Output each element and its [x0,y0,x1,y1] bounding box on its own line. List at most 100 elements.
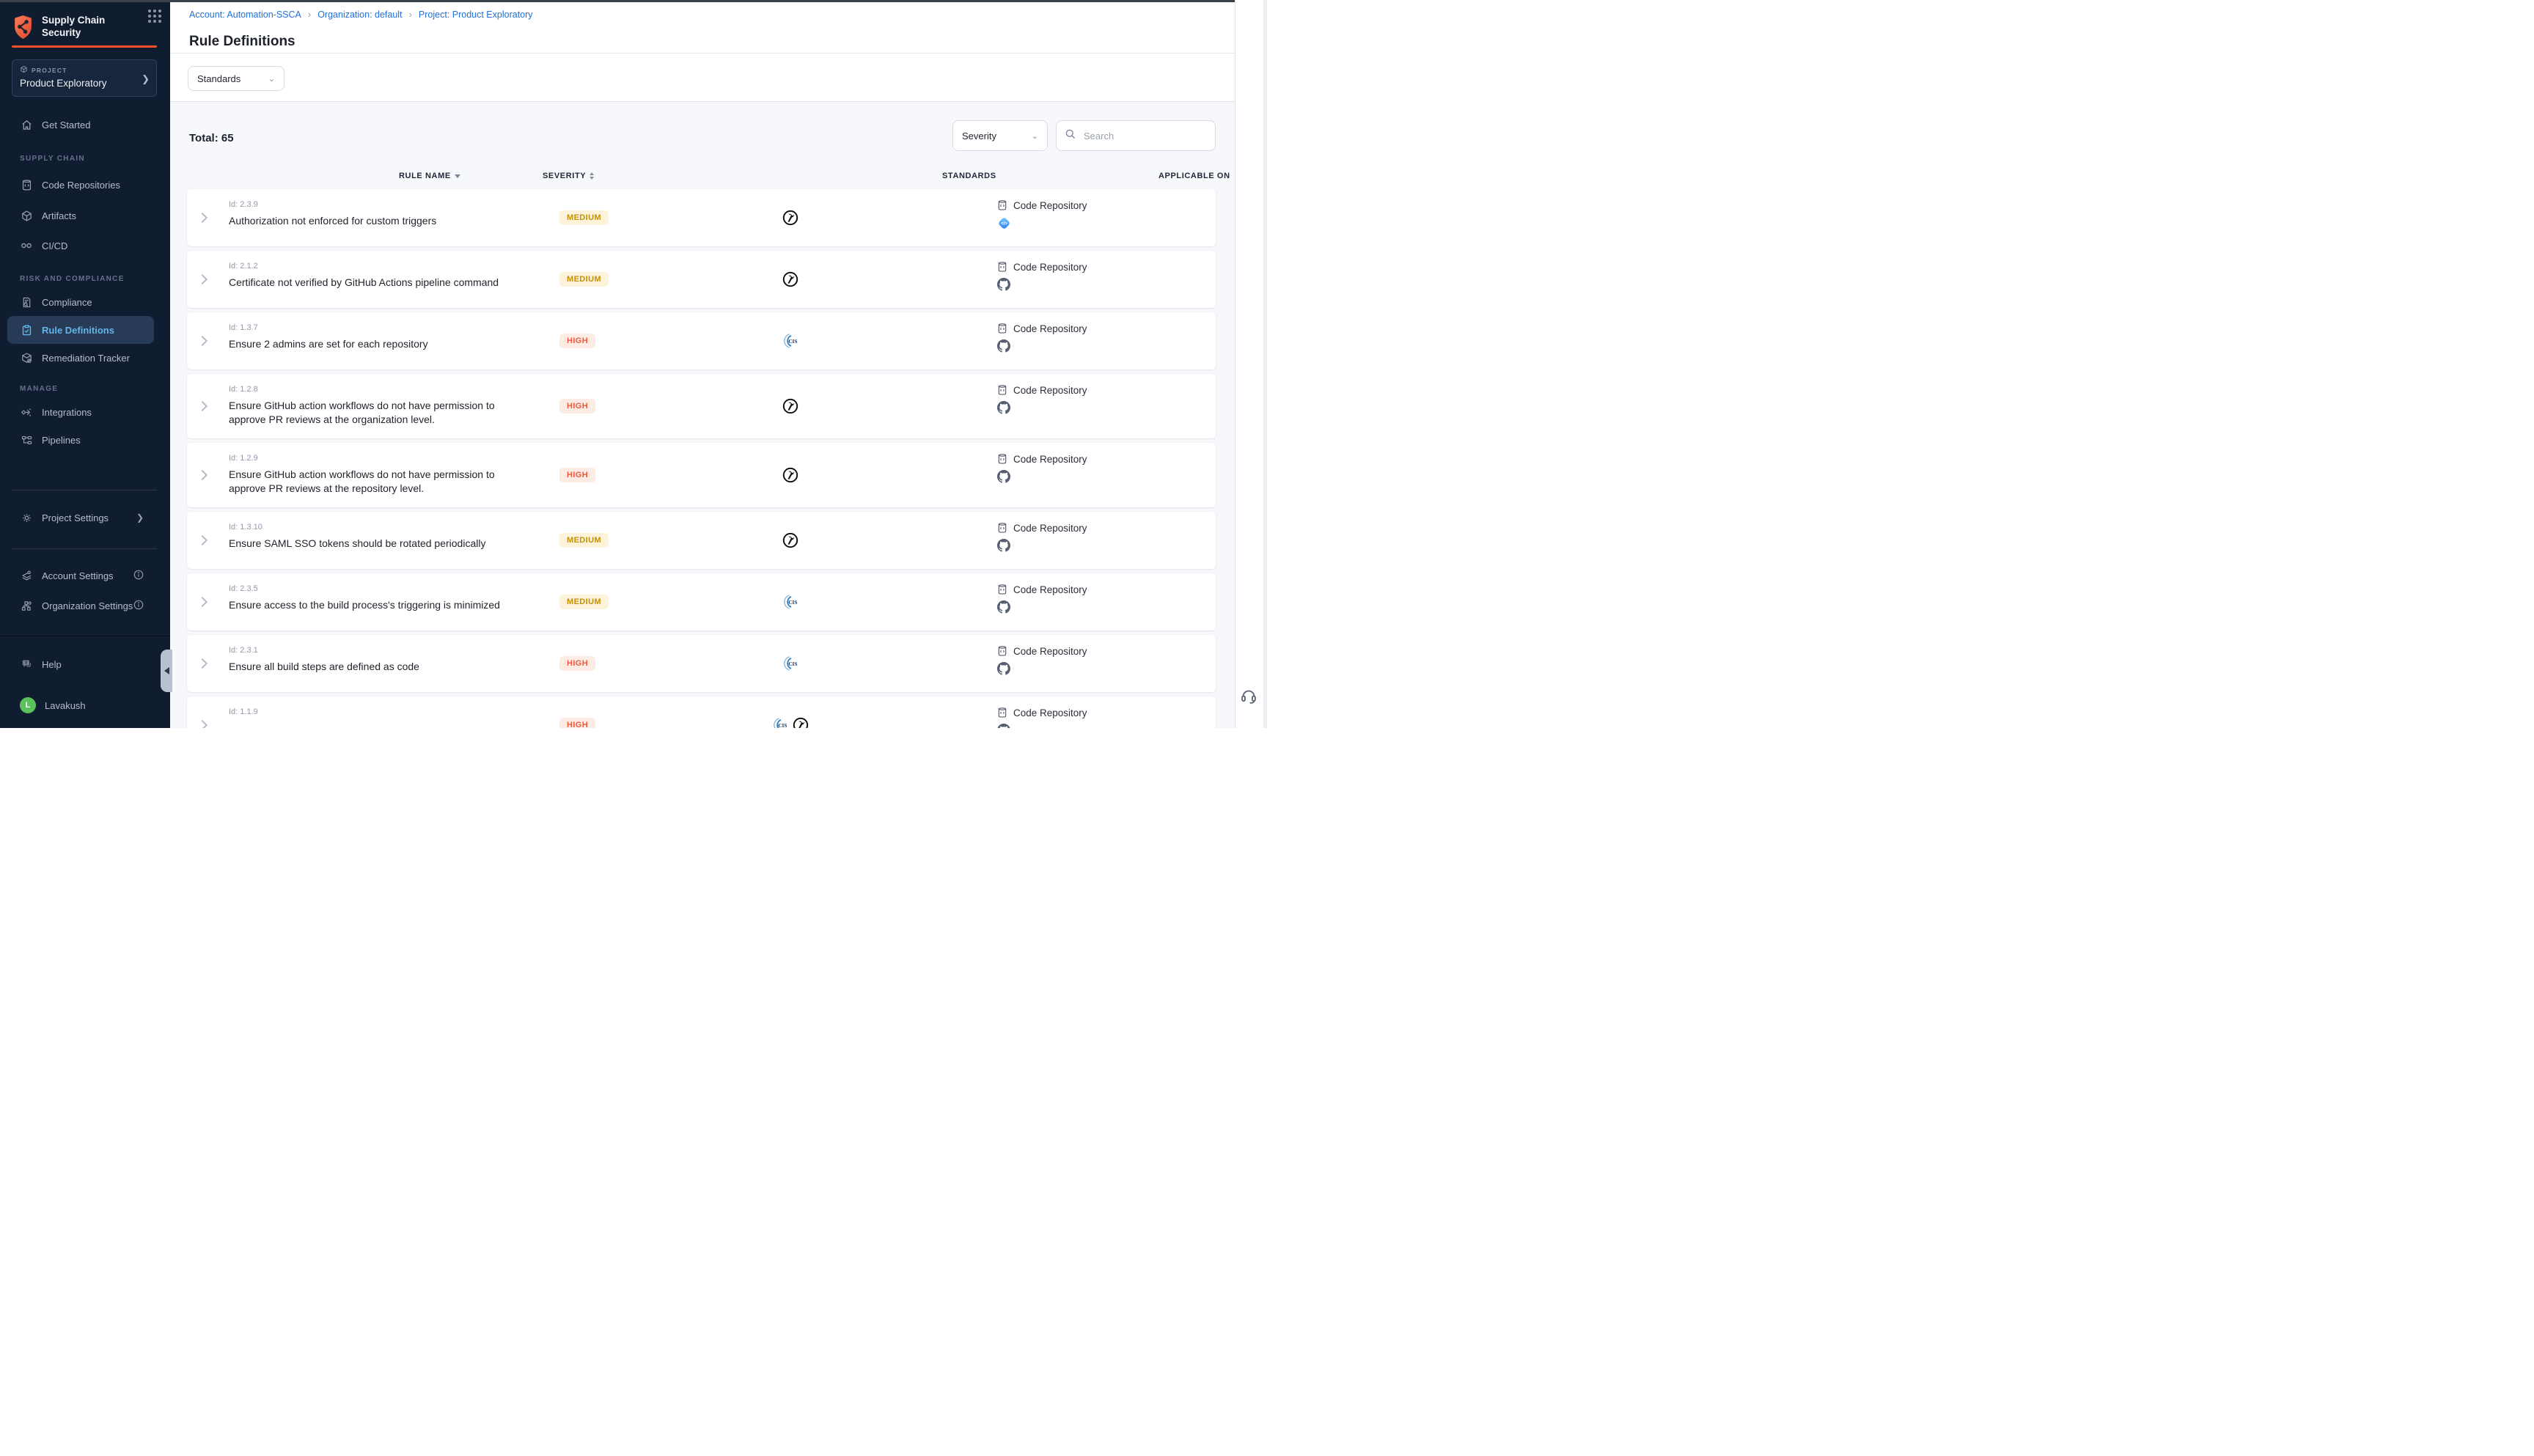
sidebar-item-integrations[interactable]: Integrations [7,400,154,424]
code-repository-icon [996,384,1008,396]
severity-badge: MEDIUM [559,210,609,225]
rule-row[interactable]: Id: 1.2.8Ensure GitHub action workflows … [187,374,1216,438]
code-repository-icon [996,453,1008,465]
row-expand-chevron-icon[interactable] [197,658,208,669]
sidebar-item-project-settings[interactable]: Project Settings ❯ [7,505,154,530]
help-chat-icon: ? [20,658,33,671]
rule-row[interactable]: Id: 2.3.5Ensure access to the build proc… [187,573,1216,630]
github-icon [997,278,1010,291]
sidebar-item-rule-definitions[interactable]: Rule Definitions [7,316,154,344]
standards-cell: CIS [772,717,809,729]
sidebar-item-label: Code Repositories [42,180,120,191]
sidebar-item-user[interactable]: L Lavakush [7,693,154,718]
rule-row[interactable]: Id: 1.3.10Ensure SAML SSO tokens should … [187,512,1216,569]
column-header-severity[interactable]: SEVERITY [543,172,594,180]
rule-id: Id: 2.3.5 [229,584,258,593]
github-icon [997,339,1010,353]
row-expand-chevron-icon[interactable] [197,597,208,607]
provider-icon-wrap [997,724,1087,728]
svg-text:CIS: CIS [788,600,797,606]
severity-badge: HIGH [559,656,595,671]
sidebar-item-artifacts[interactable]: Artifacts [7,203,154,228]
rule-row[interactable]: Id: 2.1.2Certificate not verified by Git… [187,251,1216,308]
info-icon[interactable] [133,570,144,582]
applicable-on-cell: Code Repository [996,645,1087,675]
project-name: Product Exploratory [20,78,149,89]
standards-filter-label: Standards [197,73,240,84]
applicable-on-label: Code Repository [1013,323,1087,334]
breadcrumb-project[interactable]: Project: Product Exploratory [419,10,533,20]
sidebar-item-remediation-tracker[interactable]: Remediation Tracker [7,345,154,370]
applicable-on-cell: Code Repository [996,522,1087,552]
row-expand-chevron-icon[interactable] [197,213,208,223]
app-logo-row[interactable]: Supply Chain Security [12,14,158,44]
github-icon [997,600,1010,614]
owasp-standard-icon [782,467,799,484]
sidebar-item-code-repositories[interactable]: Code Repositories [7,172,154,197]
module-grid-icon[interactable] [147,8,163,24]
column-header-standards: STANDARDS [942,172,996,180]
sidebar-item-organization-settings[interactable]: Organization Settings [7,593,154,618]
sidebar-item-compliance[interactable]: Compliance [7,290,154,315]
sidebar-item-label: Help [42,659,62,670]
severity-badge: MEDIUM [559,533,609,548]
github-icon [997,662,1010,675]
applicable-on-label: Code Repository [1013,646,1087,657]
sidebar-item-get-started[interactable]: Get Started [7,112,154,137]
rule-row[interactable]: Id: 1.3.7Ensure 2 admins are set for eac… [187,312,1216,369]
row-expand-chevron-icon[interactable] [197,470,208,480]
standards-cell: CIS [782,333,799,350]
column-header-rule-name[interactable]: RULE NAME [399,172,460,180]
breadcrumb-separator: › [308,9,311,20]
applicable-on-label: Code Repository [1013,584,1087,595]
rule-name: Ensure GitHub action workflows do not ha… [229,468,531,495]
rule-id: Id: 2.3.9 [229,200,258,209]
rule-row[interactable]: Id: 2.3.1Ensure all build steps are defi… [187,635,1216,692]
rule-row[interactable]: Id: 2.3.9Authorization not enforced for … [187,189,1216,246]
breadcrumb-organization[interactable]: Organization: default [317,10,402,20]
sort-descending-icon [455,174,460,178]
organization-settings-icon [20,599,33,612]
search-input[interactable] [1082,130,1202,142]
severity-filter-dropdown[interactable]: Severity ⌄ [952,120,1048,151]
section-label-manage: MANAGE [20,385,58,393]
section-label-supply-chain: SUPPLY CHAIN [20,155,85,163]
sidebar-collapse-handle[interactable] [161,650,172,692]
applicable-on-label: Code Repository [1013,454,1087,465]
chevron-down-icon: ⌄ [268,74,275,84]
applicable-on-cell: Code Repository [996,453,1087,483]
row-expand-chevron-icon[interactable] [197,274,208,284]
sidebar-item-account-settings[interactable]: Account Settings [7,563,154,588]
breadcrumb-account[interactable]: Account: Automation-SSCA [189,10,301,20]
project-chevron-icon: ❯ [142,73,150,85]
integrations-icon [20,405,33,419]
code-repository-icon [996,584,1008,595]
applicable-on-label: Code Repository [1013,200,1087,211]
info-icon[interactable] [133,600,144,612]
support-headset-icon[interactable] [1239,686,1258,709]
window-top-edge [0,0,1235,2]
rule-id: Id: 1.2.9 [229,454,258,463]
github-icon [997,539,1010,552]
vertical-scrollbar[interactable] [1263,0,1267,728]
row-expand-chevron-icon[interactable] [197,336,208,346]
sidebar-item-pipelines[interactable]: Pipelines [7,427,154,452]
rule-row[interactable]: Id: 1.1.9HIGHCISCode Repository [187,696,1216,728]
row-expand-chevron-icon[interactable] [197,535,208,545]
severity-badge: HIGH [559,468,595,482]
standards-filter-dropdown[interactable]: Standards ⌄ [188,66,284,91]
applicable-on-label: Code Repository [1013,707,1087,718]
rule-id: Id: 2.1.2 [229,262,258,271]
sidebar-item-cicd[interactable]: CI/CD [7,233,154,258]
row-expand-chevron-icon[interactable] [197,401,208,411]
project-selector[interactable]: PROJECT Product Exploratory ❯ [12,59,157,97]
provider-icon-wrap [997,401,1087,414]
sidebar-item-label: Remediation Tracker [42,353,130,364]
standards-cell [782,210,799,227]
sidebar-footer: ? Help L Lavakush [0,636,170,728]
standards-cell [782,398,799,415]
sidebar-item-help[interactable]: ? Help [7,652,154,677]
rule-row[interactable]: Id: 1.2.9 Ensure GitHub action workflows … [187,443,1216,507]
owasp-standard-icon [782,271,799,288]
row-expand-chevron-icon[interactable] [197,720,208,728]
